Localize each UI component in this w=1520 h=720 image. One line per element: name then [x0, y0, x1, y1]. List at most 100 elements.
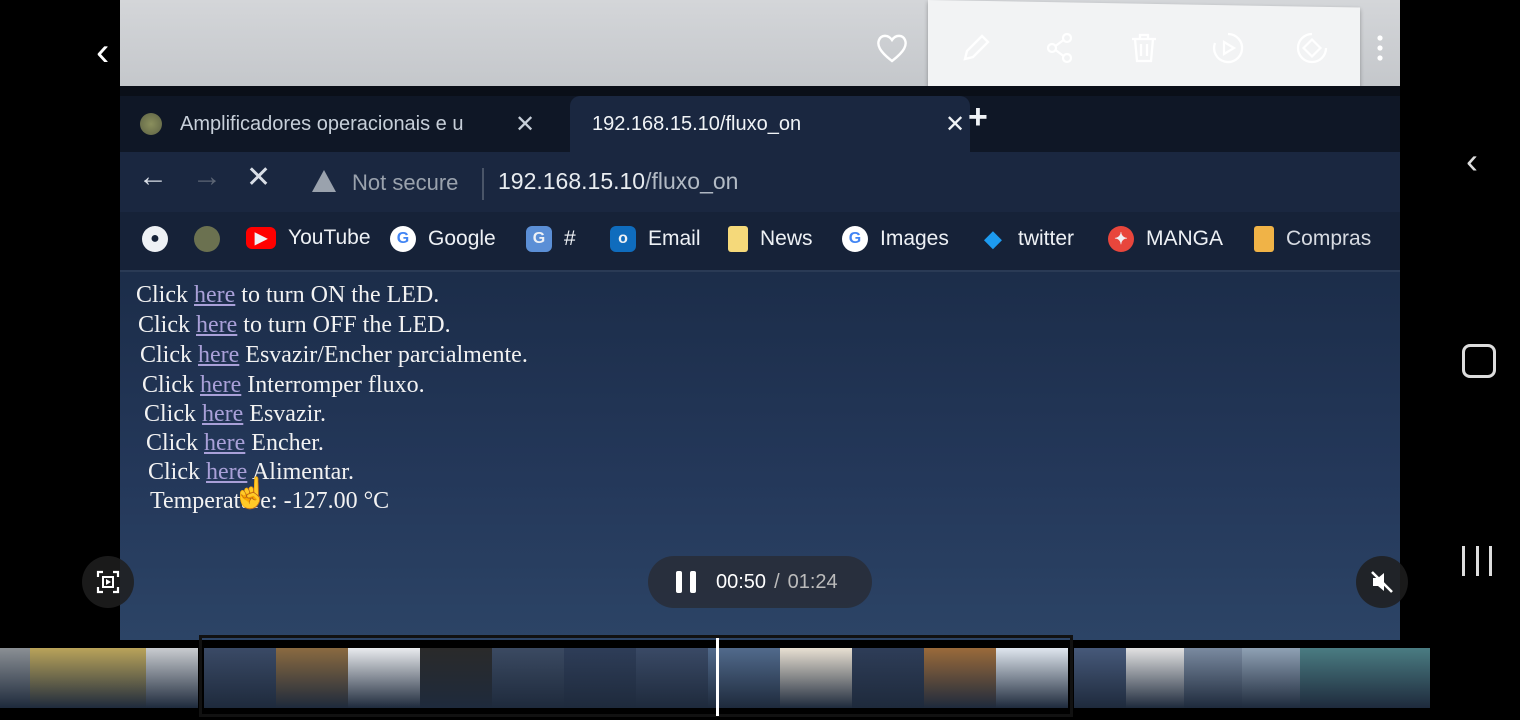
more-icon[interactable]	[1360, 28, 1400, 68]
youtube-icon: ▶	[246, 227, 276, 249]
bookmark-news[interactable]: News	[728, 226, 813, 252]
trash-icon[interactable]	[1124, 28, 1164, 68]
filmstrip-thumbnail[interactable]	[1300, 648, 1430, 708]
browser-tab-bar: Amplificadores operacionais e u ✕ 192.16…	[120, 96, 1400, 152]
current-time: 00:50	[716, 570, 767, 593]
tab-title: 192.168.15.10/fluxo_on	[592, 112, 802, 135]
fill-link[interactable]: here	[204, 430, 245, 456]
folder-icon	[728, 226, 748, 252]
filmstrip-playhead[interactable]	[716, 638, 719, 716]
forward-arrow-icon[interactable]: →	[192, 160, 222, 194]
tab-fluxo-on[interactable]: 192.168.15.10/fluxo_on ✕	[570, 96, 970, 152]
filmstrip-thumbnail[interactable]	[924, 648, 996, 708]
system-back-icon[interactable]: ‹	[1466, 140, 1478, 182]
bookmark-manga[interactable]: ✦ MANGA	[1108, 226, 1223, 252]
bookmark-label: YouTube	[288, 226, 371, 249]
bookmark-chatgpt[interactable]	[194, 226, 232, 252]
duration: 01:24	[787, 570, 838, 593]
bookmark-label: Email	[648, 227, 701, 250]
tab-amplificadores[interactable]: Amplificadores operacionais e u ✕	[140, 96, 540, 152]
stop-loading-icon[interactable]: ✕	[246, 160, 271, 195]
url-field[interactable]: 192.168.15.10/fluxo_on	[498, 168, 738, 195]
filmstrip-thumbnail[interactable]	[1074, 648, 1126, 708]
filmstrip-thumbnail[interactable]	[636, 648, 708, 708]
twitter-icon: ◆	[984, 226, 1002, 251]
pause-icon[interactable]	[676, 571, 696, 593]
filmstrip-thumbnail[interactable]	[204, 648, 276, 708]
translate-icon: G	[526, 226, 552, 252]
partial-fill-line: Click here Esvazir/Encher parcialmente.	[140, 342, 528, 368]
filmstrip-thumbnail[interactable]	[0, 648, 30, 708]
filmstrip-thumbnail[interactable]	[492, 648, 564, 708]
filmstrip-thumbnail[interactable]	[996, 648, 1068, 708]
google-icon: G	[390, 226, 416, 252]
filmstrip-thumbnail[interactable]	[276, 648, 348, 708]
close-tab-icon[interactable]: ✕	[510, 110, 540, 139]
url-path: /fluxo_on	[645, 168, 739, 194]
github-icon: ●	[142, 226, 168, 252]
heart-icon[interactable]	[872, 28, 912, 68]
bookmark-github[interactable]: ●	[142, 226, 180, 252]
mute-icon[interactable]	[1356, 556, 1408, 608]
filmstrip-thumbnail[interactable]	[852, 648, 924, 708]
filmstrip-thumbnail[interactable]	[420, 648, 492, 708]
warning-icon[interactable]	[312, 170, 336, 192]
empty-line: Click here Esvazir.	[144, 401, 326, 427]
bookmark-images[interactable]: G Images	[842, 226, 949, 252]
bookmark-email[interactable]: o Email	[610, 226, 701, 252]
bookmark-label: MANGA	[1146, 227, 1224, 250]
bookmark-label: News	[760, 227, 813, 250]
system-home-icon[interactable]	[1462, 344, 1496, 378]
motion-photo-icon[interactable]	[1208, 28, 1248, 68]
filmstrip-thumbnail[interactable]	[1126, 648, 1184, 708]
hand-cursor-icon: ☝	[232, 477, 270, 510]
share-icon[interactable]	[1040, 28, 1080, 68]
folder-icon	[1254, 226, 1274, 252]
new-tab-button[interactable]: +	[968, 98, 988, 137]
bookmark-label: Google	[428, 227, 496, 250]
google-icon: G	[842, 226, 868, 252]
bookmark-label: Compras	[1286, 227, 1372, 250]
bookmark-label: twitter	[1018, 227, 1075, 250]
stop-flow-link[interactable]: here	[200, 372, 241, 398]
bookmark-twitter[interactable]: ◆ twitter	[980, 226, 1074, 252]
time-separator: /	[774, 570, 780, 593]
tab-title: Amplificadores operacionais e u	[180, 112, 464, 135]
filmstrip-thumbnail[interactable]	[30, 648, 146, 708]
filmstrip-thumbnail[interactable]	[780, 648, 852, 708]
partial-fill-link[interactable]: here	[198, 342, 239, 368]
led-off-line: Click here to turn OFF the LED.	[138, 312, 451, 338]
temperature-readout: Temperature: -127.00 °C	[150, 488, 390, 514]
rotate-icon[interactable]	[1292, 28, 1332, 68]
filmstrip-thumbnail[interactable]	[564, 648, 636, 708]
video-frame: Amplificadores operacionais e u ✕ 192.16…	[120, 0, 1400, 640]
led-off-link[interactable]: here	[196, 312, 237, 338]
url-host: 192.168.15.10	[498, 168, 646, 194]
picture-in-picture-icon[interactable]	[82, 556, 134, 608]
close-tab-icon[interactable]: ✕	[940, 110, 970, 139]
back-chevron-icon[interactable]: ‹	[96, 30, 109, 75]
filmstrip-thumbnail[interactable]	[1242, 648, 1300, 708]
bookmark-label: #	[564, 227, 576, 250]
filmstrip-thumbnail[interactable]	[1184, 648, 1242, 708]
empty-link[interactable]: here	[202, 401, 243, 427]
bookmark-google[interactable]: G Google	[390, 226, 496, 252]
bookmark-youtube[interactable]: ▶ YouTube	[246, 226, 371, 250]
bookmark-label: Images	[880, 227, 949, 250]
bookmark-compras[interactable]: Compras	[1254, 226, 1371, 252]
divider	[482, 168, 484, 200]
outlook-icon: o	[610, 226, 636, 252]
laptop-bezel	[120, 86, 1400, 96]
security-status[interactable]: Not secure	[352, 170, 458, 196]
filmstrip-thumbnail[interactable]	[146, 648, 198, 708]
led-on-link[interactable]: here	[194, 282, 235, 308]
back-arrow-icon[interactable]: ←	[138, 160, 168, 194]
stop-flow-line: Click here Interromper fluxo.	[142, 372, 425, 398]
fill-line: Click here Encher.	[146, 430, 324, 456]
edit-icon[interactable]	[956, 28, 996, 68]
chatgpt-icon	[194, 226, 220, 252]
filmstrip-thumbnail[interactable]	[348, 648, 420, 708]
system-recents-icon[interactable]	[1462, 546, 1492, 576]
playback-controls: 00:50 / 01:24	[648, 556, 872, 608]
bookmark-translate[interactable]: G #	[526, 226, 576, 252]
